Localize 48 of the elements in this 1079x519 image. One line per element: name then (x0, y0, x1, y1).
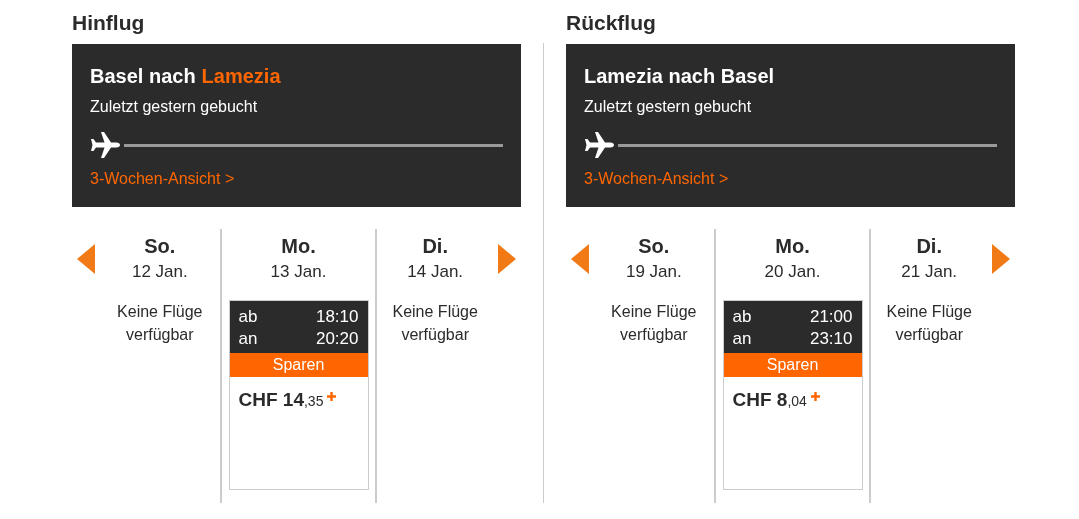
plus-icon[interactable] (327, 392, 337, 401)
section-heading: Hinflug (72, 10, 146, 36)
next-arrow-icon[interactable] (992, 244, 1011, 274)
three-week-view-link[interactable]: 3-Wochen-Ansicht > (90, 169, 235, 189)
date: 21 Jan. (901, 262, 958, 282)
next-arrow-icon[interactable] (498, 244, 517, 274)
weekday: Di. (422, 234, 448, 258)
weekday: Di. (916, 234, 942, 258)
departure-time: 21:00 (809, 306, 853, 328)
date: 20 Jan. (764, 262, 821, 282)
previous-arrow-icon[interactable] (570, 244, 589, 274)
arrival-time: 20:20 (315, 328, 359, 350)
weekday: So. (144, 234, 176, 258)
date: 12 Jan. (131, 262, 188, 282)
route-title: Basel nach Lamezia (90, 64, 282, 88)
no-flights-text: Keine Flüge verfügbar (610, 302, 698, 345)
date: 19 Jan. (625, 262, 682, 282)
price: CHF 8 (732, 389, 788, 411)
date: 14 Jan. (407, 262, 464, 282)
departure-time: 18:10 (315, 306, 359, 328)
route-title: Lamezia nach Basel (584, 64, 776, 88)
fare-label: Sparen (723, 353, 862, 377)
three-week-view-link[interactable]: 3-Wochen-Ansicht > (584, 169, 729, 189)
no-flights-text: Keine Flüge verfügbar (885, 302, 973, 345)
weekday: Mo. (775, 234, 810, 258)
weekday: Mo. (281, 234, 316, 258)
plus-icon[interactable] (810, 392, 820, 401)
previous-arrow-icon[interactable] (76, 244, 95, 274)
price: CHF 14 (238, 389, 304, 411)
no-flights-text: Keine Flüge verfügbar (116, 302, 204, 345)
date: 13 Jan. (270, 262, 327, 282)
section-heading: Rückflug (566, 10, 657, 36)
no-flights-text: Keine Flüge verfügbar (391, 302, 479, 345)
fare-label: Sparen (229, 353, 368, 377)
departure-label: ab (238, 306, 258, 328)
arrival-time: 23:10 (809, 328, 853, 350)
departure-label: ab (732, 306, 752, 328)
weekday: So. (638, 234, 670, 258)
booking-note: Zuletzt gestern gebucht (584, 97, 753, 117)
airplane-icon (90, 131, 120, 159)
price-cents: ,04 (787, 393, 807, 409)
arrival-label: an (238, 328, 258, 350)
booking-note: Zuletzt gestern gebucht (90, 97, 259, 117)
price-cents: ,35 (303, 393, 324, 409)
airplane-icon (584, 131, 614, 159)
flight-card[interactable]: ab 21:00 an 23:10 Sparen CHF 8,04 (722, 300, 863, 490)
arrival-label: an (732, 328, 752, 350)
flight-card[interactable]: ab 18:10 an 20:20 Sparen CHF 14,35 (228, 300, 369, 490)
